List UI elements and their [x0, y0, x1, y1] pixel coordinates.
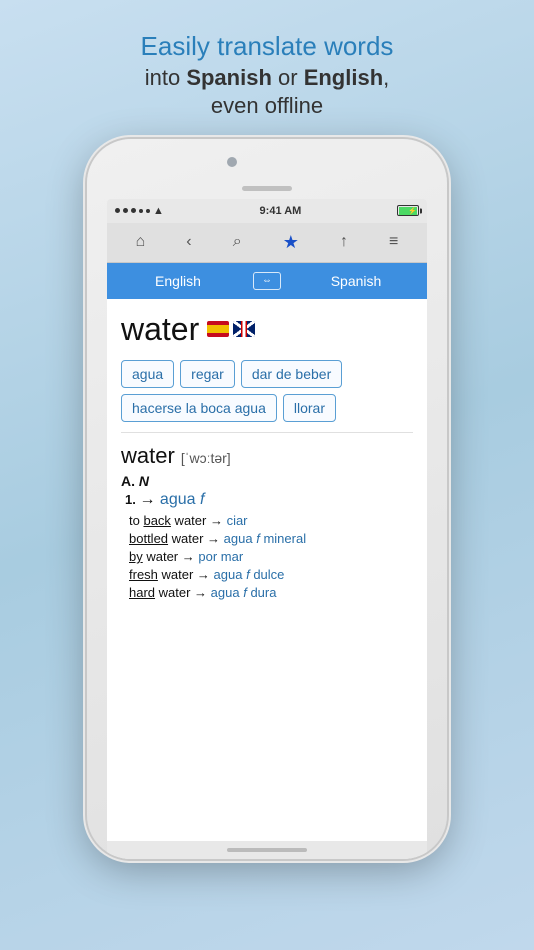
spanish-flag-icon[interactable]	[207, 321, 229, 337]
battery-area: ⚡	[397, 205, 419, 216]
phone-bottom-bar	[107, 841, 427, 859]
def-arrow: →	[139, 491, 159, 508]
def-gender: f	[200, 491, 204, 508]
example-hard-water: hard water → agua f dura	[129, 585, 413, 600]
back-icon[interactable]: ‹	[186, 233, 191, 251]
keyword-by: by	[129, 549, 143, 564]
browser-toolbar: ⌂ ‹ ⌕ ★ ↑ ≡	[107, 223, 427, 263]
swap-arrows-icon: ⇔	[253, 272, 281, 290]
bookmark-icon[interactable]: ★	[283, 232, 299, 253]
phone-screen: ▲ 9:41 AM ⚡ ⌂ ‹ ⌕ ★ ↑ ≡ English ⇔	[107, 199, 427, 859]
phone-top	[87, 139, 447, 199]
phone-mockup: ▲ 9:41 AM ⚡ ⌂ ‹ ⌕ ★ ↑ ≡ English ⇔	[87, 139, 447, 859]
flag-icons	[207, 321, 255, 337]
chip-dar-de-beber[interactable]: dar de beber	[241, 360, 342, 388]
signal-dot-1	[115, 208, 120, 213]
signal-area: ▲	[115, 205, 164, 217]
definition-section: water [ˈwɔːtər] A. N 1. → agua f to back…	[121, 443, 413, 600]
home-icon[interactable]: ⌂	[136, 233, 146, 251]
headline-line2: into Spanish or English,	[141, 64, 394, 93]
pos-noun: N	[139, 473, 149, 489]
keyword-back: back	[143, 513, 170, 528]
signal-dot-2	[123, 208, 128, 213]
trans-agua-mineral[interactable]: agua f mineral	[224, 531, 306, 546]
phone-speaker	[242, 186, 292, 191]
phonetic: [ˈwɔːtər]	[181, 450, 231, 466]
keyword-bottled: bottled	[129, 531, 168, 546]
content-divider	[121, 432, 413, 433]
clock: 9:41 AM	[260, 205, 302, 217]
example-fresh-water: fresh water → agua f dulce	[129, 567, 413, 582]
pos-letter: A.	[121, 473, 135, 489]
example-bottled-water: bottled water → agua f mineral	[129, 531, 413, 546]
share-icon[interactable]: ↑	[340, 233, 348, 251]
def-item-1: 1. → agua f	[121, 491, 413, 509]
word-text: water	[121, 443, 175, 468]
lang-spanish-tab[interactable]: Spanish	[285, 273, 427, 289]
keyword-fresh: fresh	[129, 567, 158, 582]
headline-line3: even offline	[141, 92, 394, 121]
chips-row: agua regar dar de beber hacerse la boca …	[121, 360, 413, 422]
status-bar: ▲ 9:41 AM ⚡	[107, 199, 427, 223]
example-back-water: to back water → ciar	[129, 513, 413, 528]
chip-hacerse[interactable]: hacerse la boca agua	[121, 394, 277, 422]
main-word: water	[121, 311, 199, 348]
search-icon[interactable]: ⌕	[233, 233, 242, 251]
signal-dot-4	[139, 209, 143, 213]
signal-dot-3	[131, 208, 136, 213]
pos-label: A. N	[121, 473, 413, 489]
lang-english-tab[interactable]: English	[107, 273, 249, 289]
example-by-water: by water → por mar	[129, 549, 413, 564]
def-number: 1.	[125, 492, 139, 507]
dictionary-content: water agua regar dar de beber hacerse la…	[107, 299, 427, 841]
trans-agua-dura[interactable]: agua f dura	[211, 585, 277, 600]
def-translation-agua[interactable]: agua	[160, 491, 200, 508]
keyword-hard: hard	[129, 585, 155, 600]
battery-icon: ⚡	[397, 205, 419, 216]
headline-line1: Easily translate words	[141, 30, 394, 64]
uk-flag-icon[interactable]	[233, 321, 255, 337]
home-indicator[interactable]	[227, 848, 307, 852]
language-bar: English ⇔ Spanish	[107, 263, 427, 299]
signal-dot-5	[146, 209, 150, 213]
chip-agua[interactable]: agua	[121, 360, 174, 388]
menu-icon[interactable]: ≡	[389, 233, 398, 251]
chip-llorar[interactable]: llorar	[283, 394, 336, 422]
def-word: water [ˈwɔːtər]	[121, 443, 413, 469]
word-header: water	[121, 311, 413, 348]
wifi-icon: ▲	[153, 205, 164, 217]
chip-regar[interactable]: regar	[180, 360, 235, 388]
app-header: Easily translate words into Spanish or E…	[121, 30, 414, 121]
trans-agua-dulce[interactable]: agua f dulce	[214, 567, 285, 582]
battery-bolt-icon: ⚡	[408, 207, 417, 215]
trans-por-mar[interactable]: por mar	[198, 549, 243, 564]
trans-ciar[interactable]: ciar	[227, 513, 248, 528]
lang-swap-button[interactable]: ⇔	[249, 263, 285, 299]
